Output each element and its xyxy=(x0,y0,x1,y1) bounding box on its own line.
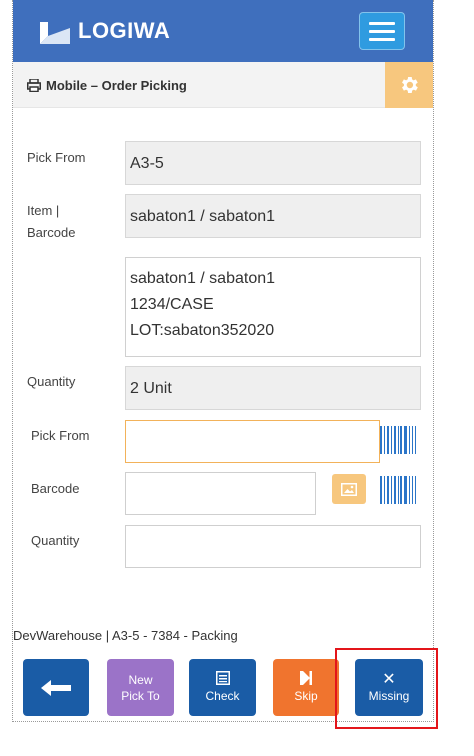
back-button[interactable] xyxy=(23,659,89,716)
pick-from-input-label: Pick From xyxy=(31,428,90,443)
item-barcode-label-line1: Item | xyxy=(27,203,60,218)
pick-from-label: Pick From xyxy=(27,150,86,165)
new-pick-to-button[interactable]: New Pick To xyxy=(107,659,174,716)
new-pick-to-label-line1: New xyxy=(128,672,153,687)
item-barcode-value: sabaton1 / sabaton1 xyxy=(125,194,421,238)
page-title: Mobile – Order Picking xyxy=(27,78,187,93)
hamburger-icon-bar xyxy=(369,21,395,25)
barcode-input-label: Barcode xyxy=(31,481,80,496)
mobile-frame: LOGIWA Mobile – Order Picking Pick From … xyxy=(12,0,434,722)
page-title-text: Mobile – Order Picking xyxy=(46,78,187,93)
skip-button[interactable]: Skip xyxy=(273,659,339,716)
item-details-unit: 1234/CASE xyxy=(130,296,214,313)
pick-from-value: A3-5 xyxy=(125,141,421,185)
hamburger-icon-bar xyxy=(369,37,395,41)
item-details-line: sabaton1 / sabaton1 xyxy=(130,270,276,287)
logiwa-logo-icon xyxy=(40,18,70,44)
check-label: Check xyxy=(205,689,240,703)
quantity-value: 2 Unit xyxy=(125,366,421,410)
printer-icon xyxy=(27,79,41,92)
new-pick-to-label-line2: Pick To xyxy=(121,688,160,703)
page-subheader: Mobile – Order Picking xyxy=(13,62,433,108)
quantity-input[interactable] xyxy=(125,525,421,568)
list-icon xyxy=(215,671,230,685)
item-details-box: sabaton1 / sabaton1 1234/CASE LOT:sabato… xyxy=(125,257,421,357)
image-button[interactable] xyxy=(332,474,366,504)
status-text: DevWarehouse | A3-5 - 7384 - Packing xyxy=(13,628,238,643)
quantity-label: Quantity xyxy=(27,374,76,389)
missing-button-highlight xyxy=(335,648,438,729)
barcode-input[interactable] xyxy=(125,472,316,515)
arrow-left-icon xyxy=(41,679,71,696)
settings-button[interactable] xyxy=(385,62,433,108)
image-icon xyxy=(341,482,357,496)
item-details-lot: LOT:sabaton352020 xyxy=(130,322,275,339)
item-barcode-label-line2: Barcode xyxy=(27,225,76,240)
quantity-input-label: Quantity xyxy=(31,533,80,548)
skip-label: Skip xyxy=(294,689,318,703)
check-button[interactable]: Check xyxy=(189,659,256,716)
barcode-scan-icon[interactable] xyxy=(380,426,417,454)
hamburger-icon-bar xyxy=(369,29,395,33)
app-header: LOGIWA xyxy=(13,0,433,62)
menu-button[interactable] xyxy=(359,12,405,50)
barcode-scan-icon[interactable] xyxy=(380,476,417,504)
brand-name: LOGIWA xyxy=(78,18,171,43)
brand-logo: LOGIWA xyxy=(40,18,170,44)
gear-icon xyxy=(402,77,418,93)
pick-from-input[interactable] xyxy=(125,420,380,463)
skip-icon xyxy=(300,671,312,685)
